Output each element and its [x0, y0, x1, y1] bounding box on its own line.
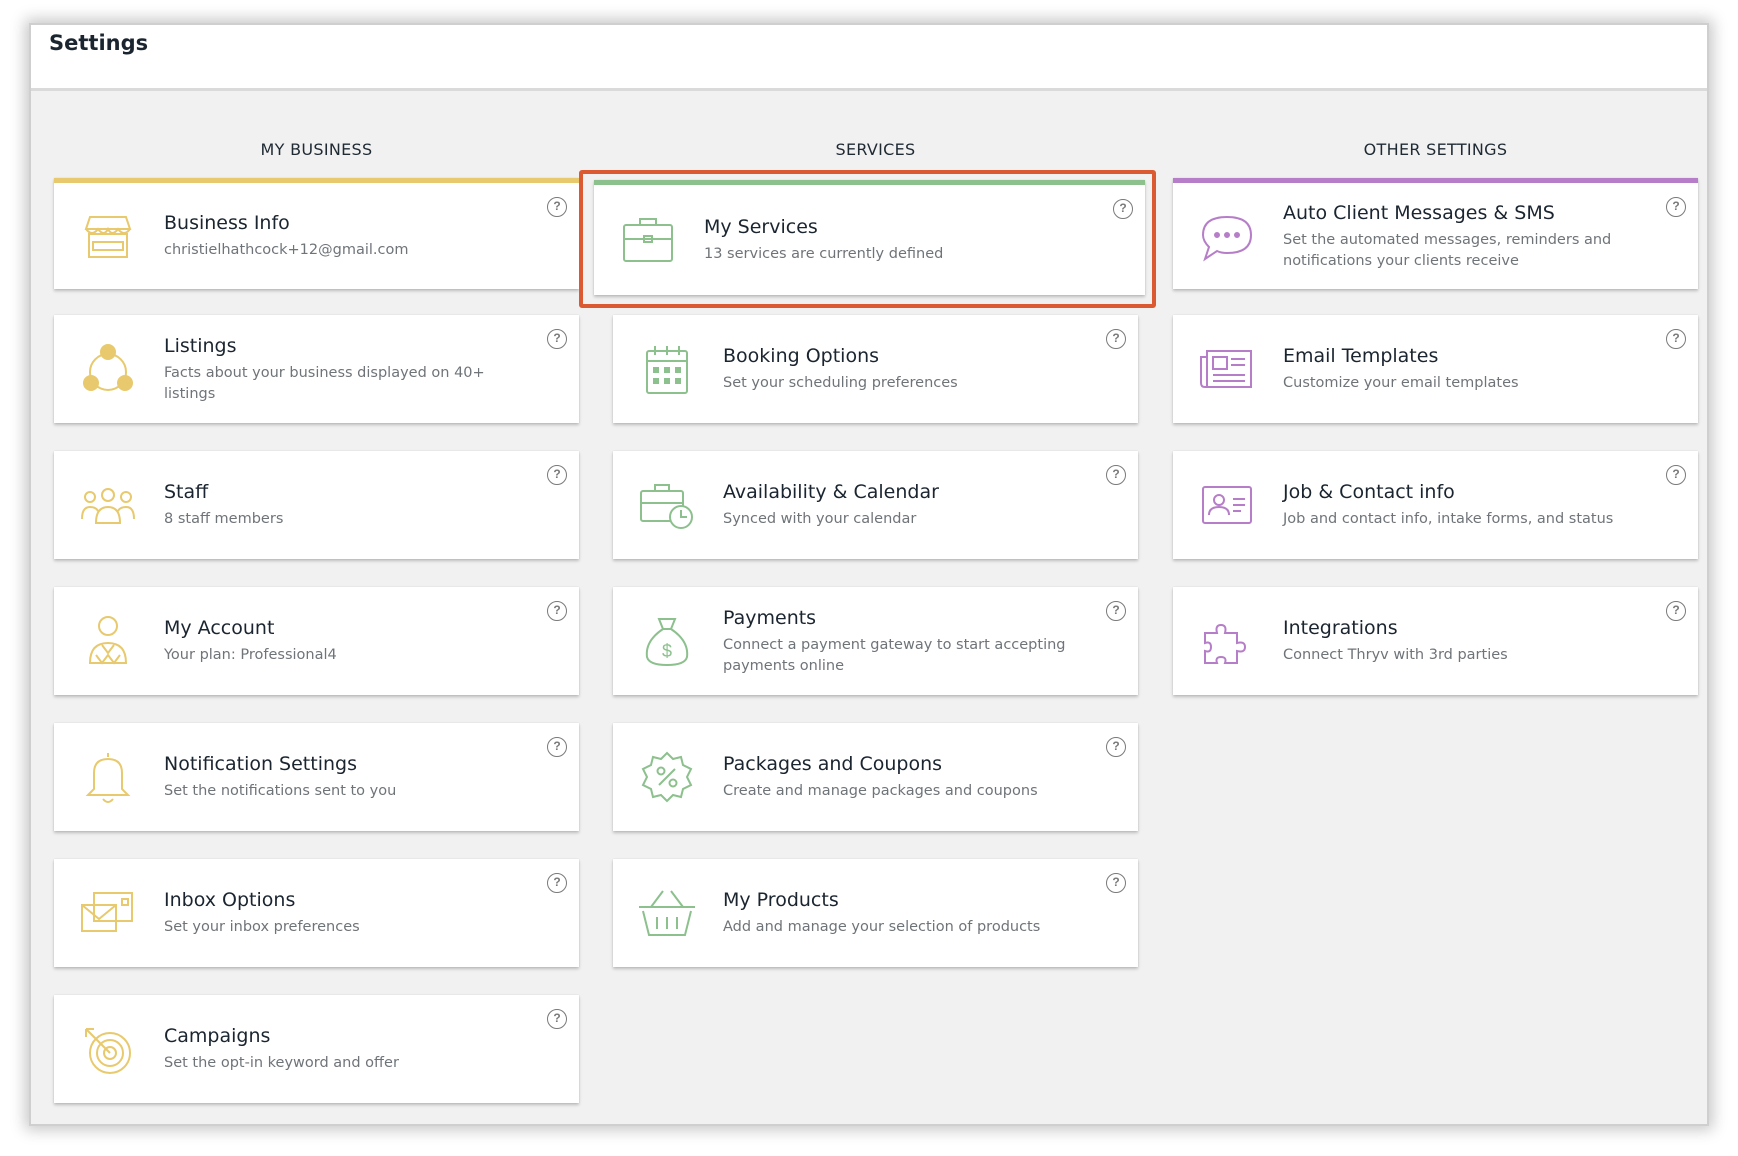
card-title: Inbox Options: [164, 889, 296, 911]
card-email-templates[interactable]: Email Templates Customize your email tem…: [1173, 315, 1698, 423]
card-listings[interactable]: Listings Facts about your business displ…: [54, 315, 579, 423]
card-title: Booking Options: [723, 345, 880, 367]
puzzle-icon: [1197, 611, 1257, 671]
help-icon[interactable]: ?: [1106, 601, 1126, 621]
svg-text:$: $: [662, 641, 672, 661]
card-description: Set your scheduling preferences: [723, 375, 958, 391]
card-title: My Account: [164, 617, 275, 639]
help-icon[interactable]: ?: [1106, 737, 1126, 757]
card-title: Job & Contact info: [1283, 481, 1455, 503]
card-description: Create and manage packages and coupons: [723, 783, 1038, 799]
card-staff[interactable]: Staff 8 staff members ?: [54, 451, 579, 559]
card-description: Set the opt-in keyword and offer: [164, 1055, 399, 1071]
card-auto-client-messages[interactable]: Auto Client Messages & SMS Set the autom…: [1173, 178, 1698, 289]
card-title: Listings: [164, 334, 237, 357]
column-title-my-business: MY BUSINESS: [260, 140, 373, 159]
briefcase-clock-icon: [637, 475, 697, 535]
card-title: Staff: [164, 481, 209, 503]
card-business-info[interactable]: Business Info christielhathcock+12@gmail…: [54, 178, 579, 289]
card-title: My Services: [704, 216, 818, 238]
help-icon[interactable]: ?: [1666, 601, 1686, 621]
coupon-badge-icon: [637, 747, 697, 807]
calendar-icon: [637, 339, 697, 399]
help-icon[interactable]: ?: [547, 1009, 567, 1029]
network-icon: [78, 339, 138, 399]
help-icon[interactable]: ?: [1666, 197, 1686, 217]
card-title: Packages and Coupons: [723, 753, 943, 775]
card-my-services[interactable]: My Services 13 services are currently de…: [594, 180, 1145, 295]
card-description: Facts about your business displayed on 4…: [164, 364, 485, 402]
contact-card-icon: [1197, 475, 1257, 535]
newspaper-icon: [1197, 339, 1257, 399]
money-bag-icon: $: [637, 611, 697, 671]
card-description: christielhathcock+12@gmail.com: [164, 242, 409, 258]
user-account-icon: [78, 611, 138, 671]
help-icon[interactable]: ?: [1106, 873, 1126, 893]
help-icon[interactable]: ?: [547, 329, 567, 349]
card-booking-options[interactable]: Booking Options Set your scheduling pref…: [613, 315, 1138, 423]
card-description: Connect a payment gateway to start accep…: [723, 636, 1066, 674]
people-group-icon: [78, 475, 138, 535]
card-description: Connect Thryv with 3rd parties: [1283, 647, 1508, 663]
help-icon[interactable]: ?: [547, 737, 567, 757]
card-payments[interactable]: $ Payments Connect a payment gateway to …: [613, 587, 1138, 695]
card-my-products[interactable]: My Products Add and manage your selectio…: [613, 859, 1138, 967]
card-notification-settings[interactable]: Notification Settings Set the notificati…: [54, 723, 579, 831]
help-icon[interactable]: ?: [1106, 329, 1126, 349]
card-my-account[interactable]: My Account Your plan: Professional4 ?: [54, 587, 579, 695]
card-title: Payments: [723, 606, 817, 629]
column-title-other-settings: OTHER SETTINGS: [1363, 140, 1508, 159]
card-inbox-options[interactable]: Inbox Options Set your inbox preferences…: [54, 859, 579, 967]
card-title: My Products: [723, 889, 839, 911]
card-description: Add and manage your selection of product…: [723, 919, 1041, 935]
card-title: Notification Settings: [164, 753, 357, 775]
help-icon[interactable]: ?: [547, 197, 567, 217]
basket-icon: [637, 883, 697, 943]
card-availability-calendar[interactable]: Availability & Calendar Synced with your…: [613, 451, 1138, 559]
help-icon[interactable]: ?: [547, 465, 567, 485]
card-packages-coupons[interactable]: Packages and Coupons Create and manage p…: [613, 723, 1138, 831]
briefcase-icon: [618, 209, 678, 269]
card-integrations[interactable]: Integrations Connect Thryv with 3rd part…: [1173, 587, 1698, 695]
card-job-contact-info[interactable]: Job & Contact info Job and contact info,…: [1173, 451, 1698, 559]
card-description: Job and contact info, intake forms, and …: [1283, 511, 1614, 527]
card-description: Synced with your calendar: [723, 511, 917, 527]
card-title: Campaigns: [164, 1025, 271, 1047]
page-header: Settings: [31, 25, 1707, 91]
card-campaigns[interactable]: Campaigns Set the opt-in keyword and off…: [54, 995, 579, 1103]
card-title: Email Templates: [1283, 345, 1439, 367]
card-title: Business Info: [164, 212, 290, 234]
page-title: Settings: [49, 31, 149, 55]
card-description: Set the automated messages, reminders an…: [1283, 231, 1612, 269]
target-icon: [78, 1019, 138, 1079]
chat-bubble-icon: [1197, 207, 1257, 267]
card-description: Set the notifications sent to you: [164, 783, 397, 799]
help-icon[interactable]: ?: [1113, 199, 1133, 219]
help-icon[interactable]: ?: [1666, 329, 1686, 349]
column-title-services: SERVICES: [835, 140, 916, 159]
settings-window: Settings MY BUSINESS SERVICES OTHER SETT…: [31, 25, 1707, 1124]
help-icon[interactable]: ?: [547, 601, 567, 621]
card-description: 8 staff members: [164, 511, 284, 527]
help-icon[interactable]: ?: [547, 873, 567, 893]
card-description: Your plan: Professional4: [164, 647, 337, 663]
inbox-envelope-icon: [78, 883, 138, 943]
card-title: Integrations: [1283, 617, 1398, 639]
card-description: Set your inbox preferences: [164, 919, 360, 935]
bell-icon: [78, 747, 138, 807]
card-title: Availability & Calendar: [723, 481, 939, 503]
help-icon[interactable]: ?: [1106, 465, 1126, 485]
help-icon[interactable]: ?: [1666, 465, 1686, 485]
storefront-icon: [78, 207, 138, 267]
card-description: 13 services are currently defined: [704, 246, 944, 262]
card-title: Auto Client Messages & SMS: [1283, 201, 1555, 224]
card-description: Customize your email templates: [1283, 375, 1519, 391]
